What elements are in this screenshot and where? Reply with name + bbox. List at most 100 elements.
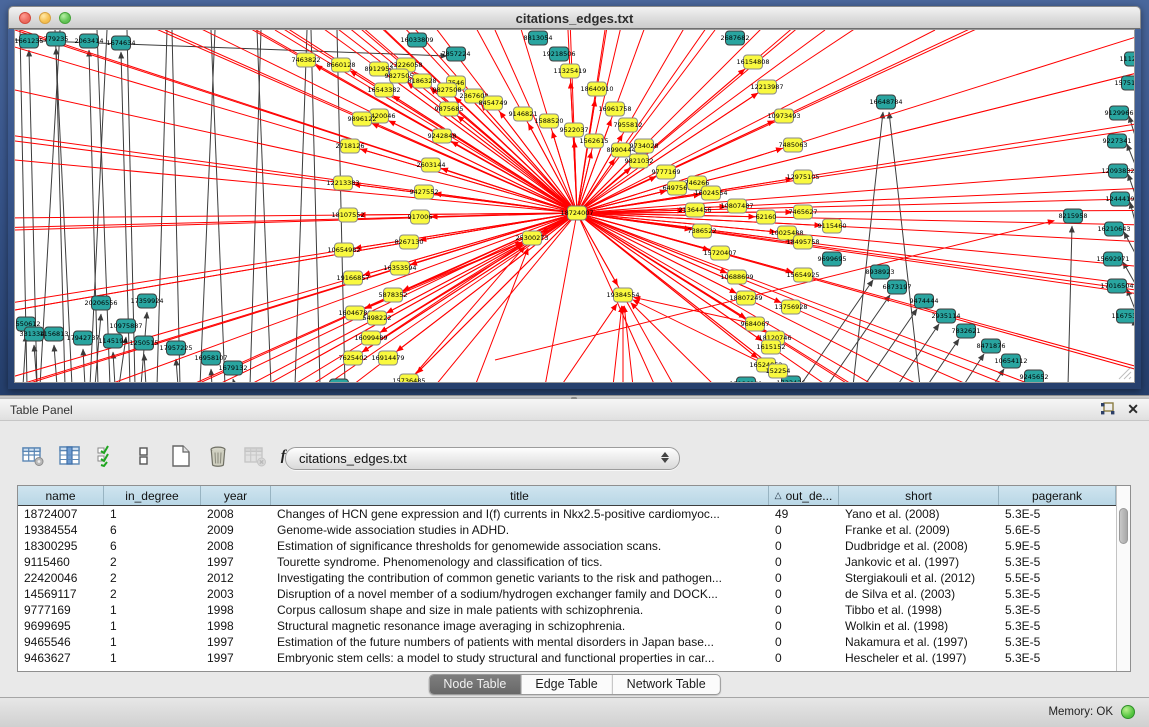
graph-node-teal[interactable]: 1145194 (99, 334, 128, 348)
create-table-icon[interactable] (168, 443, 194, 469)
network-window-titlebar[interactable]: citations_edges.txt (8, 6, 1141, 29)
graph-node-teal[interactable]: 20206556 (84, 296, 117, 310)
column-header-out_de[interactable]: △out_de... (769, 486, 839, 505)
graph-node-yellow[interactable]: 15736485 (392, 374, 425, 383)
graph-node-yellow[interactable]: 11325419 (553, 64, 586, 78)
tab-edge-table[interactable]: Edge Table (521, 675, 612, 694)
graph-node-teal[interactable]: 779235 (44, 32, 69, 46)
graph-node-yellow[interactable]: 16353594 (383, 261, 416, 275)
graph-node-teal[interactable]: 17942737 (66, 331, 99, 345)
table-row[interactable]: 1456911722003Disruption of a novel membe… (18, 586, 1117, 602)
graph-node-yellow[interactable]: 19166857 (336, 271, 369, 285)
graph-node-yellow[interactable]: 16914479 (371, 351, 404, 365)
graph-node-yellow[interactable]: 9522037 (560, 123, 589, 137)
svg-text:9684067: 9684067 (741, 320, 770, 328)
graph-node-teal[interactable]: 15136141 (729, 377, 762, 383)
svg-text:5878352: 5878352 (379, 291, 408, 299)
scrollbar-thumb[interactable] (1119, 508, 1128, 544)
svg-text:18107552: 18107552 (331, 211, 364, 219)
close-panel-icon[interactable]: ✕ (1127, 402, 1139, 416)
svg-text:9821032: 9821032 (625, 157, 654, 165)
graph-node-yellow[interactable]: 7955812 (614, 118, 643, 132)
graph-node-yellow[interactable]: 7485063 (779, 138, 808, 152)
graph-node-yellow[interactable]: 12213987 (750, 80, 783, 94)
graph-node-teal[interactable]: 17359924 (130, 294, 163, 308)
table-row[interactable]: 1938455462009Genome-wide association stu… (18, 522, 1117, 538)
svg-text:9427552: 9427552 (410, 188, 439, 196)
graph-node-yellow[interactable]: 15720407 (703, 246, 736, 260)
table-row[interactable]: 2242004622012Investigating the contribut… (18, 570, 1117, 586)
graph-node-teal[interactable]: 8813054 (524, 31, 553, 45)
table-row[interactable]: 1830029562008Estimation of significance … (18, 538, 1117, 554)
graph-node-teal[interactable]: 9227341 (1103, 134, 1132, 148)
graph-node-teal[interactable]: 7857224 (442, 47, 471, 61)
cell-pagerank: 5.3E-5 (999, 634, 1116, 650)
graph-node-yellow[interactable]: 9427552 (410, 185, 439, 199)
table-row[interactable]: 1872400712008Changes of HCN gene express… (18, 506, 1117, 522)
select-column-icon[interactable] (57, 443, 83, 469)
citation-network-graph[interactable]: 1603380978572248813054192185062687682969… (15, 30, 1135, 383)
graph-node-yellow[interactable]: 152254 (766, 364, 791, 378)
graph-node-teal[interactable]: 1167531 (1112, 309, 1135, 323)
tab-node-table[interactable]: Node Table (429, 675, 521, 694)
graph-node-teal[interactable]: 16958107 (194, 351, 227, 365)
graph-node-yellow[interactable]: 917006 (408, 210, 433, 224)
cell-in_degree: 1 (104, 634, 201, 650)
table-row[interactable]: 969969511998Structural magnetic resonanc… (18, 618, 1117, 634)
graph-node-yellow[interactable]: 18807249 (729, 291, 762, 305)
column-header-pagerank[interactable]: pagerank (999, 486, 1116, 505)
delete-entries-trash-icon[interactable] (205, 443, 231, 469)
select-rows-checklist-icon[interactable] (94, 443, 120, 469)
graph-node-yellow[interactable]: 18640910 (580, 82, 613, 96)
network-canvas[interactable]: 1603380978572248813054192185062687682969… (14, 29, 1135, 383)
svg-text:17957225: 17957225 (159, 344, 192, 352)
column-header-title[interactable]: title (271, 486, 769, 505)
graph-node-yellow[interactable]: 62160 (756, 210, 777, 224)
graph-node-yellow[interactable]: 9146821 (509, 107, 538, 121)
graph-node-yellow[interactable]: 16961758 (598, 102, 631, 116)
graph-node-yellow[interactable]: 9875685 (435, 102, 464, 116)
graph-node-teal[interactable]: 2687682 (721, 31, 750, 45)
table-row[interactable]: 911546021997Tourette syndrome. Phenomeno… (18, 554, 1117, 570)
sort-ascending-icon: △ (775, 490, 782, 501)
column-header-short[interactable]: short (839, 486, 999, 505)
graph-node-yellow[interactable]: 2603144 (417, 158, 446, 172)
graph-node-teal[interactable]: 10654112 (994, 354, 1027, 368)
column-header-name[interactable]: name (18, 486, 104, 505)
column-header-year[interactable]: year (201, 486, 271, 505)
graph-node-yellow[interactable]: 12975105 (786, 170, 819, 184)
graph-node-yellow[interactable]: 1562615 (580, 134, 609, 148)
graph-node-teal[interactable]: 7832621 (952, 324, 981, 338)
graph-node-teal[interactable]: 6873197 (883, 280, 912, 294)
graph-node-teal[interactable]: 9857791 (325, 379, 354, 383)
graph-node-yellow[interactable]: 9115460 (818, 219, 847, 233)
graph-node-teal[interactable]: 2063414 (75, 34, 104, 48)
table-settings-icon[interactable] (20, 443, 46, 469)
graph-node-yellow[interactable]: 7625402 (339, 351, 368, 365)
graph-node-yellow[interactable]: 16154808 (736, 55, 769, 69)
graph-node-teal[interactable]: 10975887 (109, 319, 142, 333)
graph-node-yellow[interactable]: 8660128 (327, 58, 356, 72)
graph-node-teal[interactable]: 12093832 (1101, 164, 1134, 178)
graph-node-teal[interactable]: 1674634 (107, 36, 136, 50)
tab-network-table[interactable]: Network Table (613, 675, 720, 694)
svg-text:16154808: 16154808 (736, 58, 769, 66)
resize-grip-icon[interactable] (1118, 366, 1132, 380)
graph-node-yellow[interactable]: 12213383 (326, 176, 359, 190)
graph-node-teal[interactable]: 1112453 (1120, 52, 1135, 66)
column-header-in_degree[interactable]: in_degree (104, 486, 201, 505)
table-row[interactable]: 946554611997Estimation of the future num… (18, 634, 1117, 650)
graph-node-teal[interactable]: 17957225 (159, 341, 192, 355)
graph-node-teal[interactable]: 9699695 (818, 252, 847, 266)
table-row[interactable]: 977716911998Corpus callosum shape and si… (18, 602, 1117, 618)
svg-text:8267130: 8267130 (395, 238, 424, 246)
table-selector-dropdown[interactable]: citations_edges.txt (285, 447, 680, 470)
graph-node-teal[interactable]: 9245652 (1020, 370, 1049, 383)
vertical-scrollbar[interactable] (1116, 486, 1130, 671)
row-height-icon[interactable] (131, 443, 157, 469)
graph-node-teal[interactable]: 8471876 (977, 339, 1006, 353)
graph-node-yellow[interactable]: 8267130 (395, 235, 424, 249)
float-panel-icon[interactable] (1100, 402, 1115, 416)
graph-node-teal[interactable]: 16648784 (869, 95, 902, 109)
table-row[interactable]: 946362711997Embryonic stem cells: a mode… (18, 650, 1117, 666)
